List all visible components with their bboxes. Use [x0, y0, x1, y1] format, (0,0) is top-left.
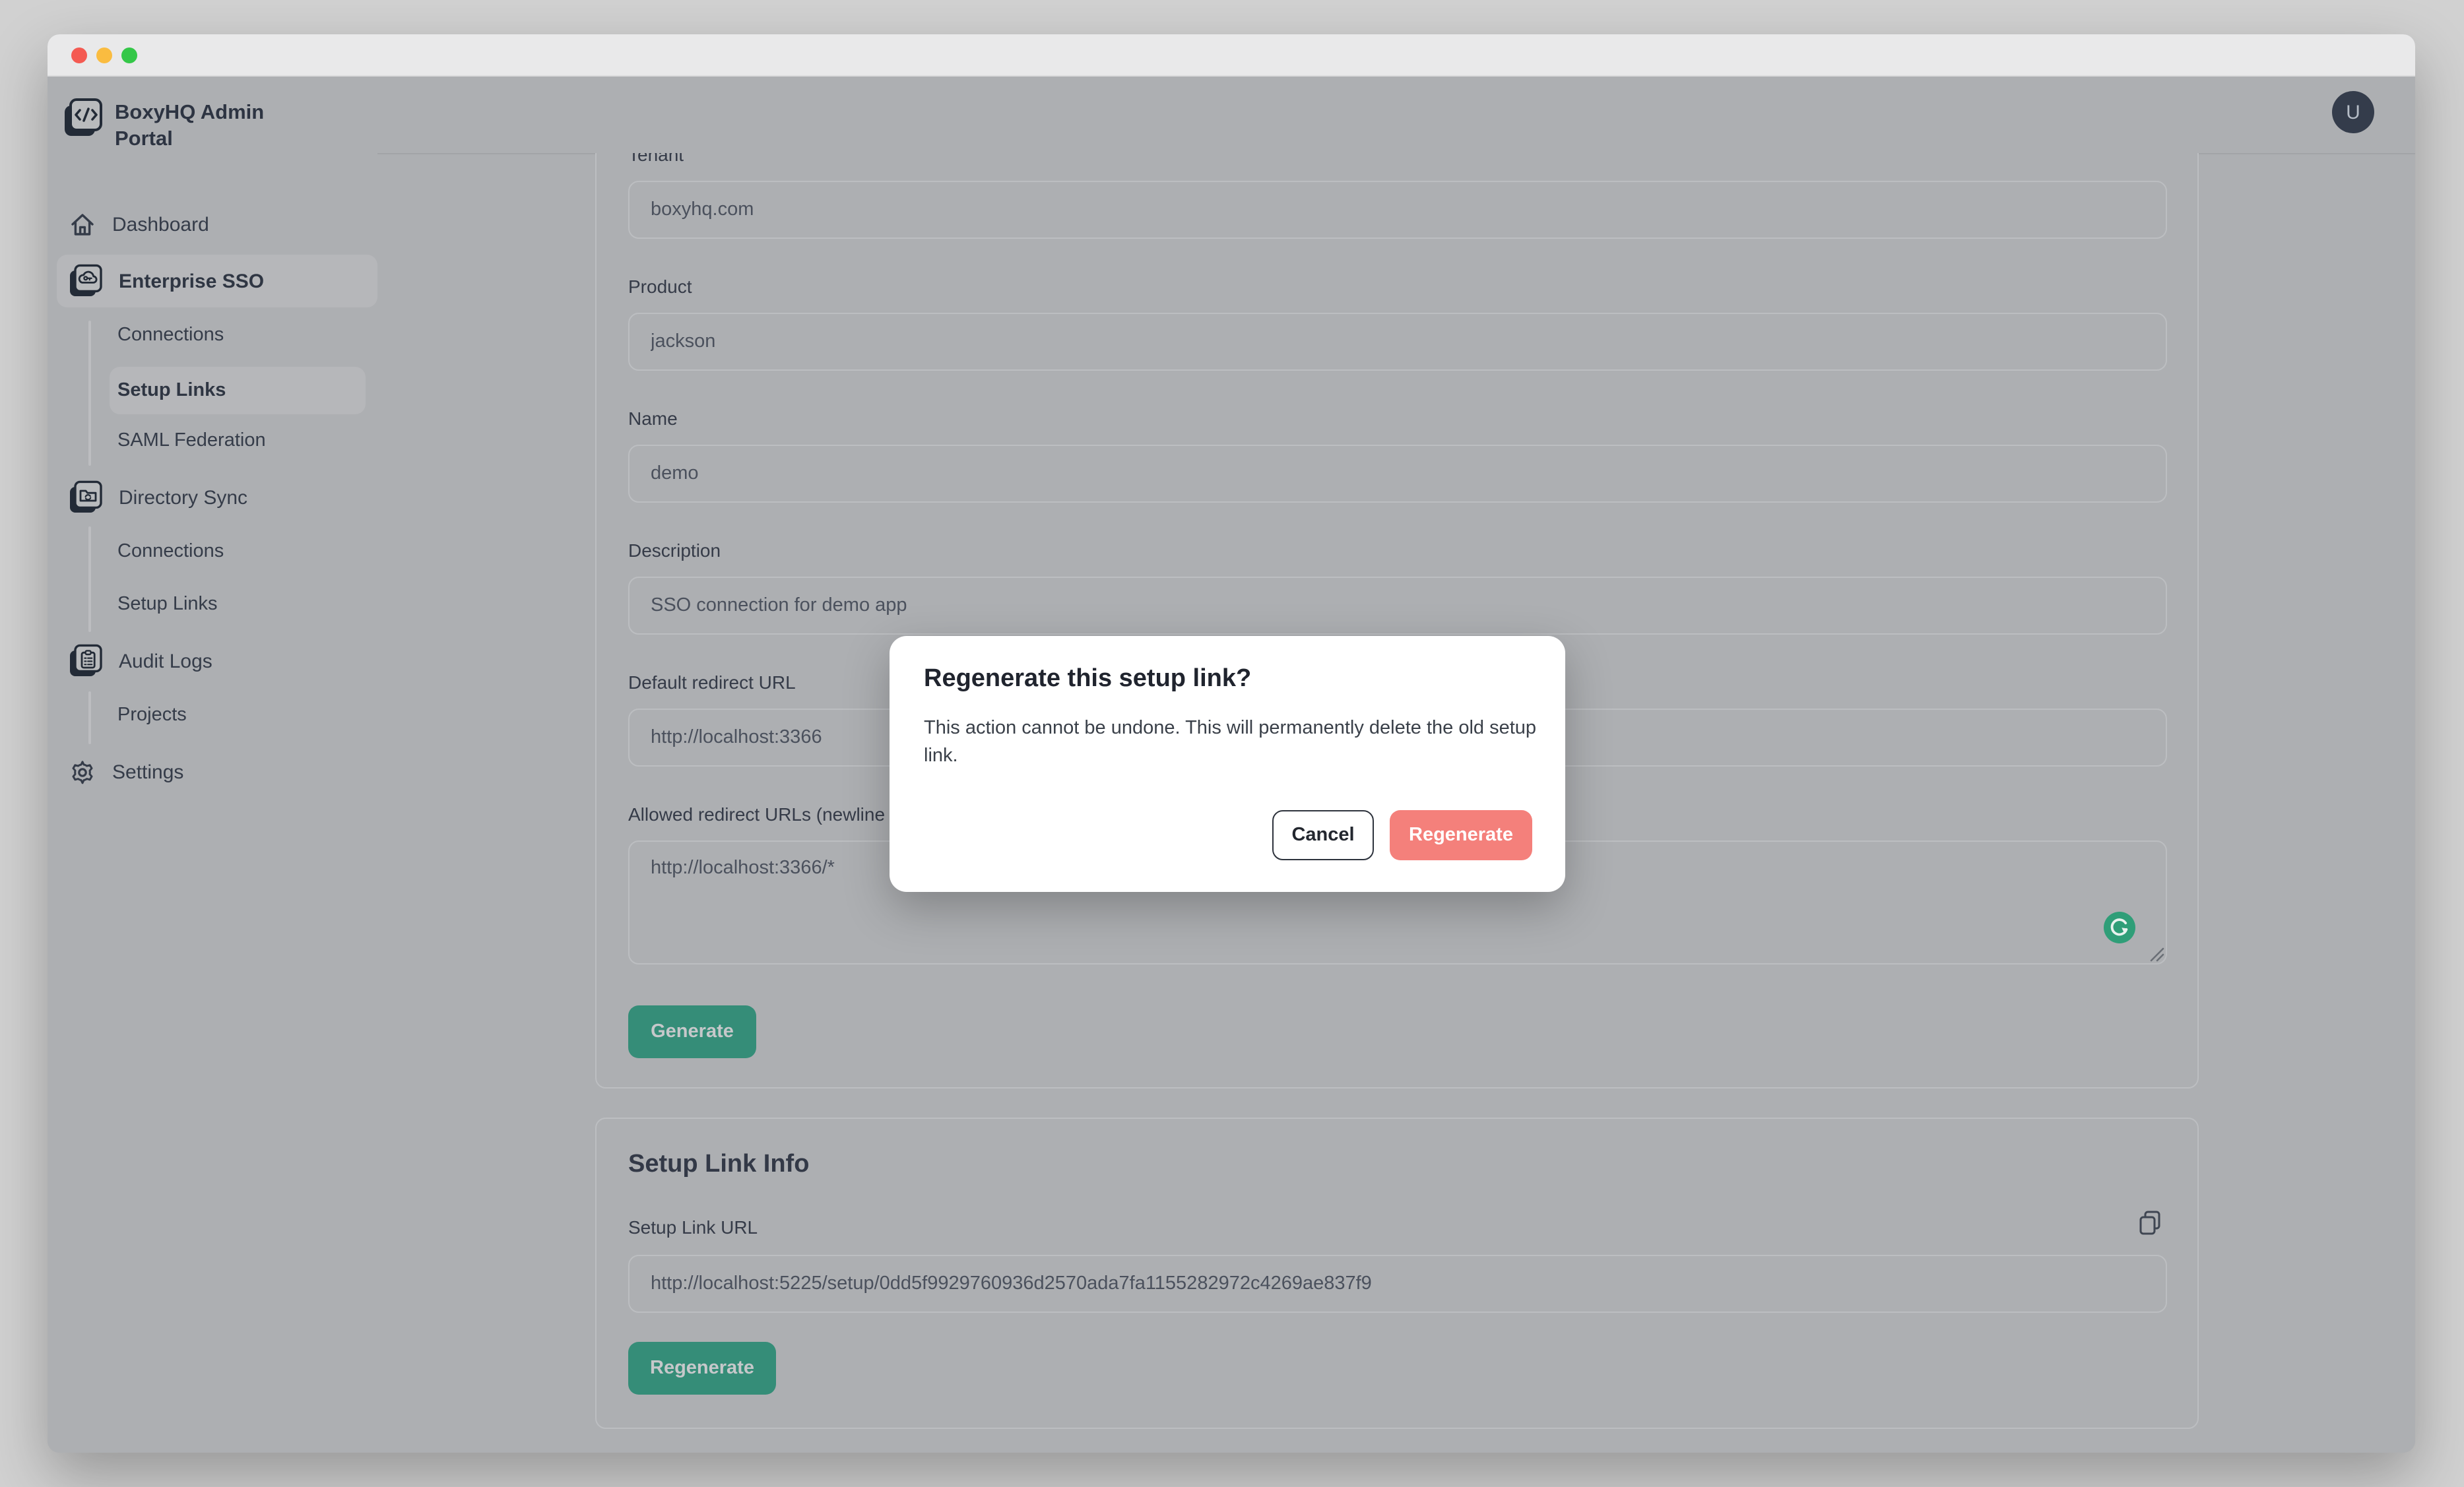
regenerate-confirm-dialog: Regenerate this setup link? This action … — [890, 636, 1565, 892]
minimize-window-button[interactable] — [96, 47, 112, 63]
zoom-window-button[interactable] — [121, 47, 137, 63]
app-viewport: BoxyHQ Admin Portal Dashboard — [48, 77, 2415, 1453]
regenerate-confirm-button[interactable]: Regenerate — [1390, 810, 1532, 860]
desktop-background: BoxyHQ Admin Portal Dashboard — [0, 0, 2464, 1487]
window-titlebar — [48, 34, 2415, 77]
app-window: BoxyHQ Admin Portal Dashboard — [48, 34, 2415, 1453]
dialog-title: Regenerate this setup link? — [924, 665, 1251, 694]
dialog-message: This action cannot be undone. This will … — [924, 715, 1544, 771]
cancel-button[interactable]: Cancel — [1272, 810, 1374, 860]
close-window-button[interactable] — [71, 47, 87, 63]
